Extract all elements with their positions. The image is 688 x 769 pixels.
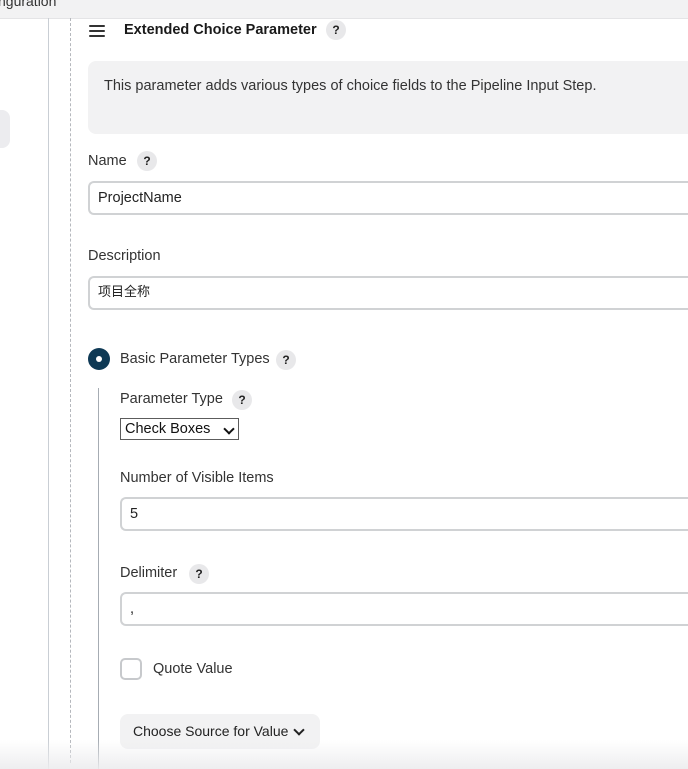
delimiter-label: Delimiter: [120, 565, 178, 581]
choose-source-label: Choose Source for Value: [133, 723, 289, 739]
bottom-bar-shadow: [0, 740, 688, 769]
section-dashed-guide: [70, 18, 71, 763]
visible-items-label: Number of Visible Items: [120, 470, 274, 486]
help-icon[interactable]: ?: [326, 20, 346, 40]
description-input[interactable]: 项目全称: [88, 276, 688, 310]
side-panel-tab[interactable]: [0, 110, 10, 148]
quote-value-label[interactable]: Quote Value: [153, 659, 233, 679]
section-title: Extended Choice Parameter: [124, 22, 317, 38]
name-help-icon[interactable]: ?: [137, 151, 157, 171]
name-label: Name: [88, 153, 127, 169]
parameter-type-label: Parameter Type: [120, 391, 223, 407]
parameter-type-value: Check Boxes: [125, 421, 211, 437]
chevron-down-icon: [293, 724, 305, 736]
delimiter-help-icon[interactable]: ?: [189, 564, 209, 584]
radio-selected-icon[interactable]: [88, 348, 110, 370]
name-input[interactable]: ProjectName: [88, 181, 688, 215]
nesting-line: [48, 18, 49, 769]
top-toolbar-strip: nguration: [0, 0, 688, 19]
quote-value-checkbox[interactable]: [120, 658, 142, 680]
nested-options-guide: [98, 388, 99, 769]
chevron-down-icon: [223, 423, 235, 435]
section-description: This parameter adds various types of cho…: [88, 61, 688, 134]
description-label: Description: [88, 248, 161, 264]
delimiter-input[interactable]: ,: [120, 592, 688, 626]
parameter-type-select[interactable]: Check Boxes: [120, 418, 239, 440]
drag-handle-icon[interactable]: [89, 25, 105, 37]
section-description-text: This parameter adds various types of cho…: [104, 78, 597, 94]
parameter-type-help-icon[interactable]: ?: [232, 390, 252, 410]
basic-types-help-icon[interactable]: ?: [276, 350, 296, 370]
choose-source-button[interactable]: Choose Source for Value: [120, 714, 320, 749]
breadcrumb-fragment: nguration: [0, 0, 57, 9]
visible-items-input[interactable]: 5: [120, 497, 688, 531]
basic-parameter-types-label[interactable]: Basic Parameter Types: [120, 349, 270, 369]
